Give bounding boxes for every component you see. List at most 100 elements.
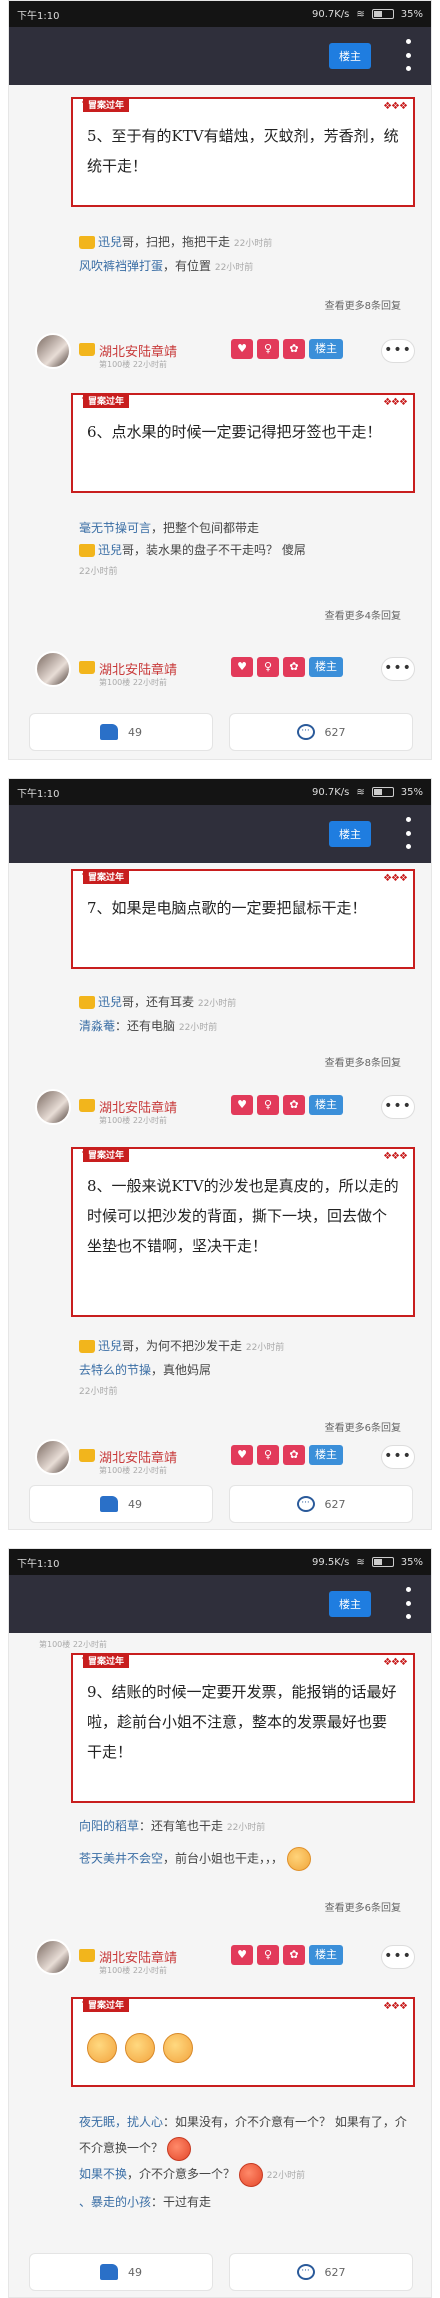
only-op-button[interactable]: 楼主 bbox=[329, 43, 371, 69]
more-options-button[interactable]: ••• bbox=[381, 1945, 415, 1969]
reply-item[interactable]: 夜无眠，扰人心：如果没有，介不介意有一个？ 如果有了，介不介意换一个？ bbox=[79, 2109, 409, 2161]
reply-item[interactable]: 迅兒哥，还有耳麦 22小时前 bbox=[79, 991, 409, 1015]
reply-list: 毫无节操可言，把整个包间都带走 迅兒哥，装水果的盘子不干走吗？ 傻屌 22小时前 bbox=[79, 517, 409, 583]
female-badge-icon: ♀ bbox=[257, 1945, 279, 1965]
comment-count: 627 bbox=[324, 1497, 346, 1511]
post-time: 22小时前 bbox=[132, 678, 168, 687]
reply-user[interactable]: 如果不换 bbox=[79, 2167, 127, 2181]
reply-item[interactable]: 风吹裤裆弹打蛋，有位置 22小时前 bbox=[79, 255, 409, 279]
reply-user[interactable]: 迅兒 bbox=[98, 1339, 122, 1353]
ornament-icon: ❖❖❖ bbox=[383, 2001, 408, 2012]
reply-item[interactable]: 迅兒哥，扫把，拖把干走 22小时前 bbox=[79, 231, 409, 255]
reply-item[interactable]: 去特么的节操，真他妈屌 bbox=[79, 1359, 409, 1381]
reply-user[interactable]: 清淼菴 bbox=[79, 1019, 115, 1033]
badge-group: ♥ ♀ ✿ 楼主 bbox=[231, 657, 343, 677]
comment-button[interactable]: ··· 627 bbox=[229, 1485, 413, 1523]
reply-user[interactable]: 风吹裤裆弹打蛋 bbox=[79, 259, 163, 273]
scared-emoji-icon bbox=[125, 2033, 155, 2063]
username[interactable]: 湖北安陆章靖 bbox=[99, 659, 177, 678]
reply-user[interactable]: 迅兒 bbox=[98, 543, 122, 557]
floor-header: 湖北安陆章靖 第100楼 22小时前 ♥ ♀ ✿ 楼主 ••• bbox=[35, 651, 425, 691]
like-button[interactable]: 49 bbox=[29, 713, 213, 751]
status-time: 下午1:10 bbox=[17, 10, 60, 22]
reply-user[interactable]: 向阳的稻草 bbox=[79, 1819, 139, 1833]
only-op-button[interactable]: 楼主 bbox=[329, 821, 371, 847]
status-bar: 下午1:10 99.5K/s ≋ 35% bbox=[9, 1549, 431, 1575]
comment-bubble-icon: ··· bbox=[296, 1496, 315, 1512]
reply-list: 迅兒哥，为何不把沙发干走 22小时前 去特么的节操，真他妈屌 22小时前 bbox=[79, 1335, 409, 1403]
battery-level: 35% bbox=[400, 8, 423, 20]
female-badge-icon: ♀ bbox=[257, 1445, 279, 1465]
avatar[interactable] bbox=[35, 1089, 71, 1125]
battery-level: 35% bbox=[400, 1556, 423, 1568]
avatar[interactable] bbox=[35, 1939, 71, 1975]
reply-text: ，有位置 bbox=[163, 259, 212, 273]
wifi-icon: ≋ bbox=[356, 786, 365, 798]
reply-item[interactable]: 如果不换，介不介意多一个？ 22小时前 bbox=[79, 2161, 409, 2189]
like-button[interactable]: 49 bbox=[29, 2253, 213, 2291]
view-more-replies[interactable]: 查看更多6条回复 bbox=[325, 1899, 401, 1914]
post-tag: 冒案过年 bbox=[81, 869, 130, 884]
username[interactable]: 湖北安陆章靖 bbox=[99, 1947, 177, 1966]
reply-item[interactable]: 迅兒哥，为何不把沙发干走 22小时前 bbox=[79, 1335, 409, 1359]
reply-item[interactable]: 毫无节操可言，把整个包间都带走 bbox=[79, 517, 409, 539]
avatar[interactable] bbox=[35, 651, 71, 687]
like-button[interactable]: 49 bbox=[29, 1485, 213, 1523]
username[interactable]: 湖北安陆章靖 bbox=[99, 1447, 177, 1466]
floor-info: 第100楼 22小时前 bbox=[99, 1465, 167, 1476]
thumbs-up-icon bbox=[100, 1496, 118, 1512]
more-menu-icon[interactable] bbox=[405, 1587, 411, 1619]
reply-user[interactable]: 迅兒 bbox=[98, 995, 122, 1009]
reply-user[interactable]: 毫无节操可言 bbox=[79, 521, 151, 535]
battery-icon bbox=[371, 1557, 394, 1567]
reply-item[interactable]: 苍天美井不会空，前台小姐也干走，，， bbox=[79, 1847, 409, 1871]
reply-item[interactable]: 向阳的稻草：还有笔也干走 22小时前 bbox=[79, 1815, 409, 1839]
reply-user[interactable]: 夜无眠，扰人心 bbox=[79, 2115, 163, 2129]
comment-button[interactable]: ··· 627 bbox=[229, 713, 413, 751]
reply-item[interactable]: 清淼菴：还有电脑 22小时前 bbox=[79, 1015, 409, 1039]
only-op-button[interactable]: 楼主 bbox=[329, 1591, 371, 1617]
reply-text: ，真他妈屌 bbox=[151, 1363, 212, 1377]
angry-emoji-icon bbox=[166, 2136, 191, 2161]
ornament-icon: ❖❖❖ bbox=[383, 397, 408, 408]
op-badge: 楼主 bbox=[309, 657, 343, 677]
bow-badge-icon: ✿ bbox=[283, 1945, 305, 1965]
ornament-icon: ❖❖❖ bbox=[383, 1151, 408, 1162]
view-more-replies[interactable]: 查看更多6条回复 bbox=[325, 1419, 401, 1434]
reply-user[interactable]: 去特么的节操 bbox=[79, 1363, 151, 1377]
username[interactable]: 湖北安陆章靖 bbox=[99, 1097, 177, 1116]
crown-icon bbox=[79, 236, 95, 249]
avatar[interactable] bbox=[35, 333, 71, 369]
more-menu-icon[interactable] bbox=[405, 817, 411, 849]
screenshot-3: 下午1:10 99.5K/s ≋ 35% 楼主 第100楼 22小时前 冒案过年 ❖… bbox=[8, 1548, 432, 2298]
comment-bubble-icon: ··· bbox=[296, 2264, 315, 2280]
post-time: 22小时前 bbox=[132, 1116, 168, 1125]
battery-icon bbox=[371, 9, 394, 19]
more-menu-icon[interactable] bbox=[405, 39, 411, 71]
like-count: 49 bbox=[128, 1497, 142, 1511]
heart-badge-icon: ♥ bbox=[231, 339, 253, 359]
post-time: 22小时前 bbox=[132, 360, 168, 369]
more-options-button[interactable]: ••• bbox=[381, 657, 415, 681]
more-options-button[interactable]: ••• bbox=[381, 1095, 415, 1119]
more-options-button[interactable]: ••• bbox=[381, 339, 415, 363]
action-bar: 49 ··· 627 bbox=[29, 1485, 413, 1525]
reply-user[interactable]: 、暴走的小孩 bbox=[79, 2195, 151, 2209]
reply-item[interactable]: 、暴走的小孩：干过有走 bbox=[79, 2189, 409, 2215]
reply-item[interactable]: 迅兒哥，装水果的盘子不干走吗？ 傻屌 bbox=[79, 539, 409, 561]
more-options-button[interactable]: ••• bbox=[381, 1445, 415, 1469]
reply-user[interactable]: 迅兒 bbox=[98, 235, 122, 249]
floor-number: 第100楼 bbox=[99, 1466, 131, 1475]
wifi-icon: ≋ bbox=[356, 1556, 365, 1568]
avatar[interactable] bbox=[35, 1439, 71, 1475]
view-more-replies[interactable]: 查看更多4条回复 bbox=[325, 607, 401, 622]
view-more-replies[interactable]: 查看更多8条回复 bbox=[325, 297, 401, 312]
reply-text: 哥，装水果的盘子不干走吗？ 傻屌 bbox=[122, 543, 306, 557]
crown-icon bbox=[79, 1099, 95, 1112]
post-time: 22小时前 bbox=[72, 1640, 108, 1649]
username[interactable]: 湖北安陆章靖 bbox=[99, 341, 177, 360]
reply-user[interactable]: 苍天美井不会空 bbox=[79, 1852, 163, 1866]
post-card: 冒案过年 ❖❖❖ 8、一般来说KTV的沙发也是真皮的，所以走的时候可以把沙发的背… bbox=[71, 1147, 415, 1317]
view-more-replies[interactable]: 查看更多8条回复 bbox=[325, 1054, 401, 1069]
comment-button[interactable]: ··· 627 bbox=[229, 2253, 413, 2291]
